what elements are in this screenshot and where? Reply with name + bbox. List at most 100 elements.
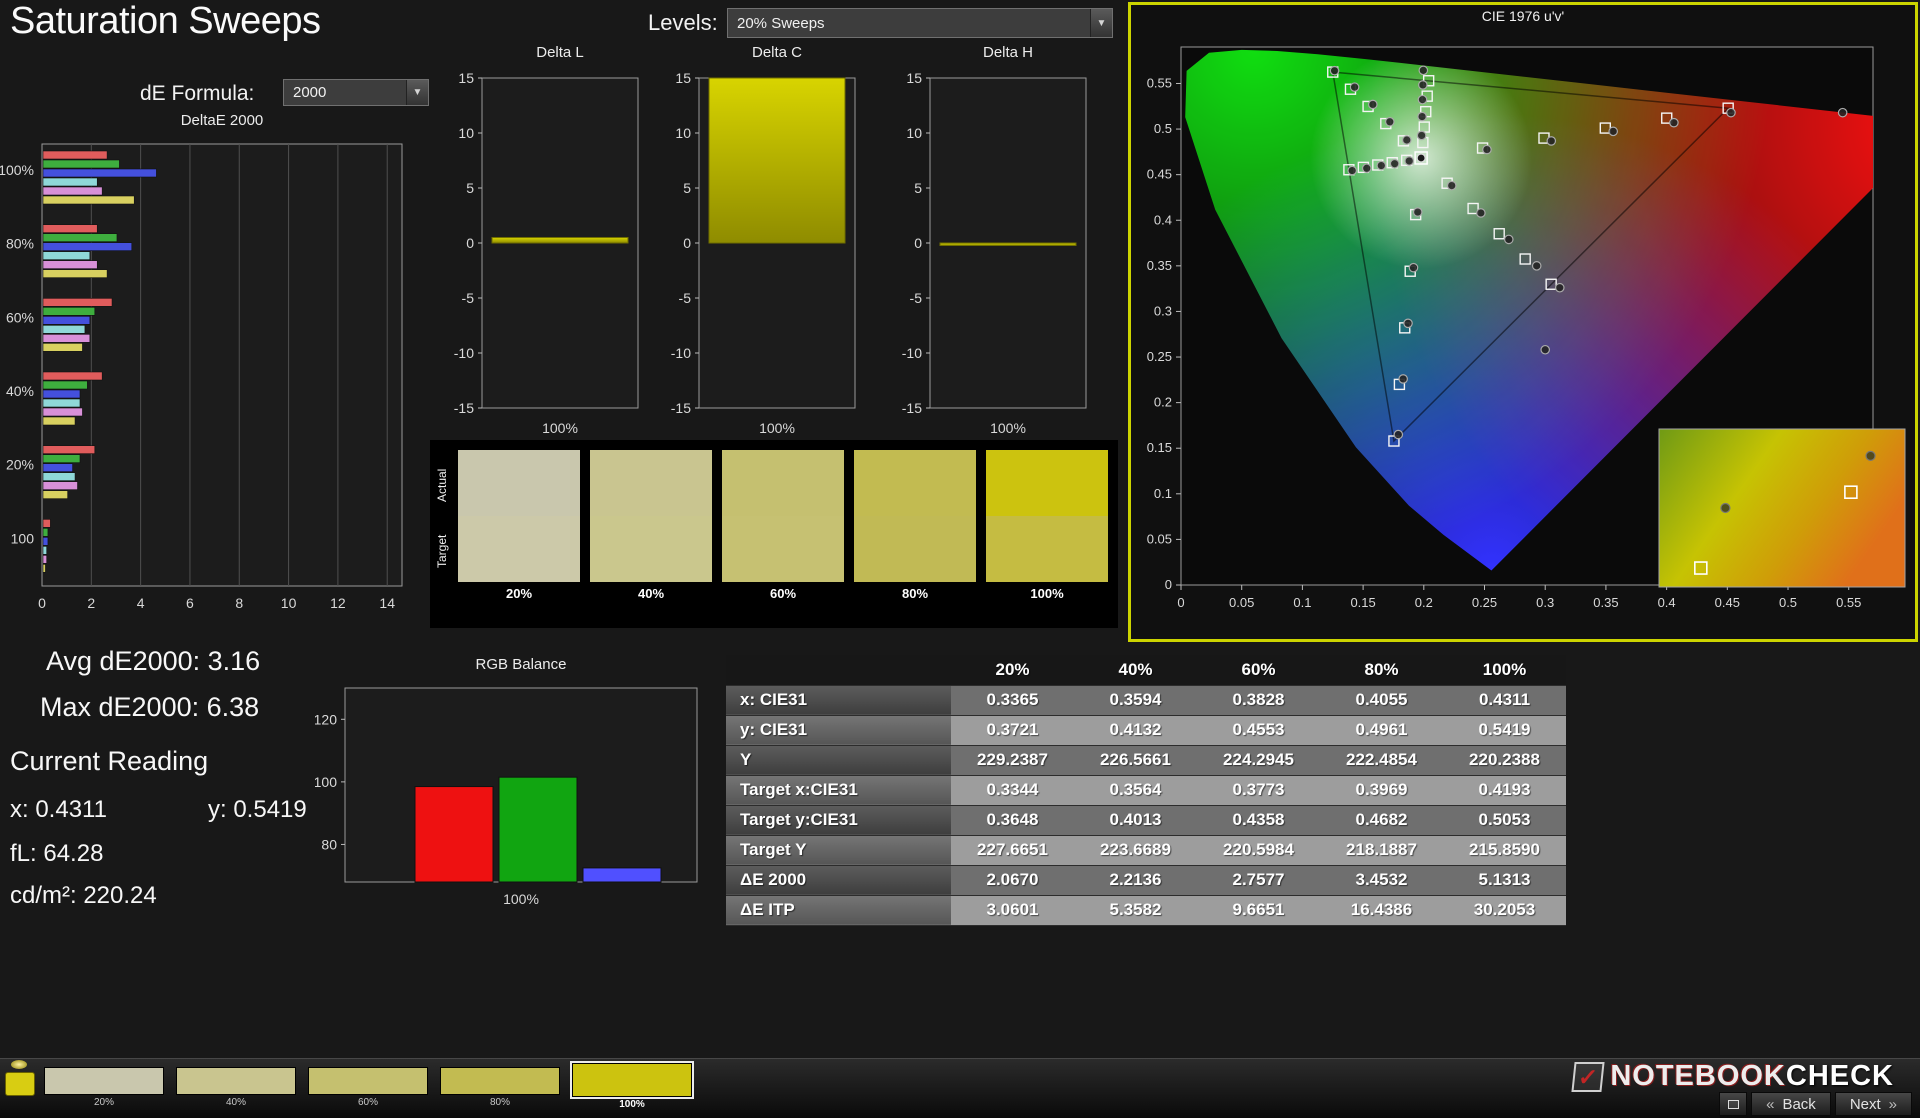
measured-marker-green <box>1386 118 1394 126</box>
back-button[interactable]: « Back <box>1751 1092 1831 1116</box>
notebookcheck-logo: ✓ NOTEBOOKCHECK <box>1573 1060 1894 1093</box>
y-tick-label: -10 <box>902 345 922 361</box>
deltae-bar <box>43 519 50 527</box>
x-tick-label: 0.55 <box>1836 595 1861 610</box>
green-balance-bar <box>499 777 577 882</box>
actual-swatch <box>986 450 1108 516</box>
patch-selector-20%[interactable]: 20% <box>44 1067 164 1108</box>
group-label: 80% <box>6 236 34 252</box>
table-cell: 220.2388 <box>1443 745 1566 775</box>
table-cell: 218.1887 <box>1320 835 1443 865</box>
delta-value-bar <box>709 78 845 243</box>
delta-h-chart-title: Delta H <box>930 44 1086 61</box>
target-row-label: Target <box>435 518 449 584</box>
table-row: Target Y227.6651223.6689220.5984218.1887… <box>726 835 1566 865</box>
x-tick-label: 0.05 <box>1229 595 1254 610</box>
deltae-bar <box>43 234 117 242</box>
mini-active-patch <box>5 1072 35 1096</box>
y-tick-label: 100 <box>315 774 337 790</box>
levels-dropdown[interactable]: 20% Sweeps ▼ <box>727 8 1113 38</box>
delta-l-chart-title: Delta L <box>482 44 638 61</box>
target-swatch <box>854 516 976 582</box>
measured-marker-blue <box>1414 208 1422 216</box>
window-restore-button[interactable] <box>1719 1092 1747 1116</box>
swatch-column: 20% <box>458 450 580 606</box>
table-cell: 0.5419 <box>1443 715 1566 745</box>
measured-marker-blue <box>1409 263 1417 271</box>
patch-selector-100%[interactable]: 100% <box>572 1067 692 1110</box>
measured-marker-red <box>1727 108 1735 116</box>
table-cell: 0.4682 <box>1320 805 1443 835</box>
chevron-down-icon[interactable]: ▼ <box>406 80 428 105</box>
patch-selector-60%[interactable]: 60% <box>308 1067 428 1108</box>
patch-swatch[interactable] <box>176 1067 296 1095</box>
table-column-header: 80% <box>1320 655 1443 685</box>
y-tick-label: 0 <box>1165 577 1172 592</box>
x-tick-label: 0.2 <box>1415 595 1433 610</box>
deltae-bar <box>43 270 107 278</box>
next-button-label: Next <box>1850 1096 1881 1113</box>
table-row: Target x:CIE310.33440.35640.37730.39690.… <box>726 775 1566 805</box>
deltae-bar <box>43 187 102 195</box>
table-cell: 0.3828 <box>1197 685 1320 715</box>
deltae-bar <box>43 160 119 168</box>
x-tick-label: 0.35 <box>1593 595 1618 610</box>
levels-dropdown-value: 20% Sweeps <box>737 15 825 32</box>
measured-marker <box>1838 108 1846 116</box>
x-tick-label: 0 <box>38 595 46 611</box>
swatch-column: 60% <box>722 450 844 606</box>
de-formula-dropdown[interactable]: 2000 ▼ <box>283 79 429 106</box>
y-tick-label: 0.05 <box>1147 531 1172 546</box>
measured-marker-magenta <box>1556 284 1564 292</box>
y-tick-label: -10 <box>671 345 691 361</box>
x-tick-label: 12 <box>330 595 346 611</box>
x-tick-label: 0.4 <box>1658 595 1676 610</box>
deltae-bar <box>43 334 90 342</box>
inset-measured-marker <box>1866 451 1875 460</box>
x-tick-label: 0.3 <box>1536 595 1554 610</box>
chevron-right-icon: » <box>1889 1096 1897 1113</box>
levels-label: Levels: <box>648 10 718 36</box>
white-point-dot <box>1417 154 1425 162</box>
table-cell: 30.2053 <box>1443 895 1566 925</box>
x-tick-label: 10 <box>281 595 297 611</box>
table-cell: 0.4055 <box>1320 685 1443 715</box>
current-cdm2-readout: cd/m²: 220.24 <box>10 882 157 910</box>
deltae-bar <box>43 343 82 351</box>
rgb-balance-chart: RGB Balance 12010080100% <box>315 656 707 912</box>
x-tick-label: 6 <box>186 595 194 611</box>
y-tick-label: 5 <box>914 180 922 196</box>
table-cell: 0.3564 <box>1074 775 1197 805</box>
table-row: Target y:CIE310.36480.40130.43580.46820.… <box>726 805 1566 835</box>
deltae-bar <box>43 252 90 260</box>
deltae-bar <box>43 307 95 315</box>
current-fl-readout: fL: 64.28 <box>10 840 103 868</box>
deltae-bar <box>43 399 80 407</box>
rgb-balance-chart-title: RGB Balance <box>345 656 697 673</box>
patch-selector-40%[interactable]: 40% <box>176 1067 296 1108</box>
patch-swatch[interactable] <box>44 1067 164 1095</box>
target-swatch <box>722 516 844 582</box>
de-formula-label: dE Formula: <box>140 82 254 106</box>
delta-l-chart: Delta L 151050-5-10-15100% <box>438 44 648 448</box>
swatch-columns: 20%40%60%80%100% <box>458 450 1108 606</box>
red-balance-bar <box>415 787 493 882</box>
y-tick-label: -10 <box>454 345 474 361</box>
current-reading-title: Current Reading <box>10 746 208 777</box>
rgb-balance-plot: 12010080100% <box>315 680 707 912</box>
deltae-bar <box>43 390 80 398</box>
x-tick-label: 2 <box>87 595 95 611</box>
patch-selector-80%[interactable]: 80% <box>440 1067 560 1108</box>
patch-swatch[interactable] <box>572 1063 692 1097</box>
table-cell: 222.4854 <box>1320 745 1443 775</box>
next-button[interactable]: Next » <box>1835 1092 1912 1116</box>
chevron-down-icon[interactable]: ▼ <box>1090 9 1112 37</box>
x-tick-label: 0 <box>1177 595 1184 610</box>
table-row: Y229.2387226.5661224.2945222.4854220.238… <box>726 745 1566 775</box>
x-axis-label: 100% <box>542 420 578 436</box>
table-cell: 0.4132 <box>1074 715 1197 745</box>
deltae-bar <box>43 196 134 204</box>
logo-text-secondary: CHECK <box>1786 1060 1894 1092</box>
patch-swatch[interactable] <box>440 1067 560 1095</box>
patch-swatch[interactable] <box>308 1067 428 1095</box>
